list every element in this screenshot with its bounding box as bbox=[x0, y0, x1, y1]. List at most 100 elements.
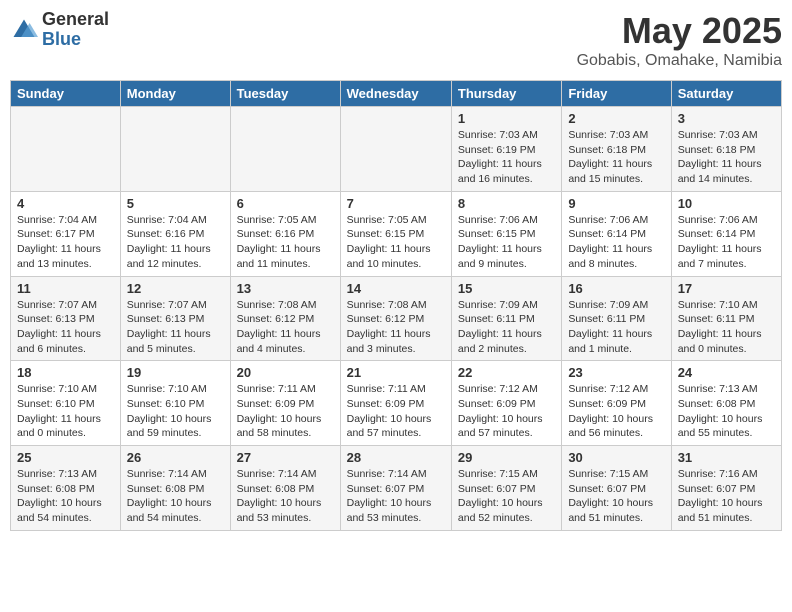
day-info: Sunrise: 7:09 AM Sunset: 6:11 PM Dayligh… bbox=[458, 298, 555, 357]
calendar-cell: 30 Sunrise: 7:15 AM Sunset: 6:07 PM Dayli… bbox=[562, 446, 671, 531]
day-info: Sunrise: 7:14 AM Sunset: 6:08 PM Dayligh… bbox=[127, 467, 224, 526]
calendar-week-2: 4Sunrise: 7:04 AM Sunset: 6:17 PM Daylig… bbox=[11, 191, 782, 276]
day-number: 24 bbox=[678, 365, 775, 380]
day-info: Sunrise: 7:03 AM Sunset: 6:18 PM Dayligh… bbox=[678, 128, 775, 187]
day-info: Sunrise: 7:10 AM Sunset: 6:11 PM Dayligh… bbox=[678, 298, 775, 357]
calendar-cell: 20 Sunrise: 7:11 AM Sunset: 6:09 PM Dayli… bbox=[230, 361, 340, 446]
day-number: 14 bbox=[347, 281, 445, 296]
calendar-table: SundayMondayTuesdayWednesdayThursdayFrid… bbox=[10, 80, 782, 531]
logo-text: General Blue bbox=[42, 10, 109, 50]
calendar-cell: 12Sunrise: 7:07 AM Sunset: 6:13 PM Dayli… bbox=[120, 276, 230, 361]
calendar-cell bbox=[120, 107, 230, 192]
calendar-cell: 19 Sunrise: 7:10 AM Sunset: 6:10 PM Dayli… bbox=[120, 361, 230, 446]
day-info: Sunrise: 7:15 AM Sunset: 6:07 PM Dayligh… bbox=[458, 467, 555, 526]
day-number: 6 bbox=[237, 196, 334, 211]
logo-icon bbox=[10, 16, 38, 44]
calendar-cell: 17 Sunrise: 7:10 AM Sunset: 6:11 PM Dayli… bbox=[671, 276, 781, 361]
day-info: Sunrise: 7:10 AM Sunset: 6:10 PM Dayligh… bbox=[127, 382, 224, 441]
day-number: 7 bbox=[347, 196, 445, 211]
calendar-cell: 27 Sunrise: 7:14 AM Sunset: 6:08 PM Dayli… bbox=[230, 446, 340, 531]
day-number: 17 bbox=[678, 281, 775, 296]
day-info: Sunrise: 7:14 AM Sunset: 6:08 PM Dayligh… bbox=[237, 467, 334, 526]
day-header-monday: Monday bbox=[120, 81, 230, 107]
calendar-cell: 5 Sunrise: 7:04 AM Sunset: 6:16 PM Daylig… bbox=[120, 191, 230, 276]
logo-blue: Blue bbox=[42, 30, 109, 50]
day-number: 20 bbox=[237, 365, 334, 380]
day-number: 2 bbox=[568, 111, 664, 126]
day-info: Sunrise: 7:16 AM Sunset: 6:07 PM Dayligh… bbox=[678, 467, 775, 526]
day-number: 19 bbox=[127, 365, 224, 380]
day-number: 16 bbox=[568, 281, 664, 296]
calendar-cell: 25 Sunrise: 7:13 AM Sunset: 6:08 PM Dayli… bbox=[11, 446, 121, 531]
day-number: 9 bbox=[568, 196, 664, 211]
day-info: Sunrise: 7:04 AM Sunset: 6:16 PM Dayligh… bbox=[127, 213, 224, 272]
day-number: 27 bbox=[237, 450, 334, 465]
day-info: Sunrise: 7:09 AM Sunset: 6:11 PM Dayligh… bbox=[568, 298, 664, 357]
calendar-week-3: 11Sunrise: 7:07 AM Sunset: 6:13 PM Dayli… bbox=[11, 276, 782, 361]
day-header-thursday: Thursday bbox=[451, 81, 561, 107]
day-info: Sunrise: 7:03 AM Sunset: 6:19 PM Dayligh… bbox=[458, 128, 555, 187]
day-number: 23 bbox=[568, 365, 664, 380]
calendar-cell: 28Sunrise: 7:14 AM Sunset: 6:07 PM Dayli… bbox=[340, 446, 451, 531]
calendar-cell bbox=[230, 107, 340, 192]
calendar-cell: 4Sunrise: 7:04 AM Sunset: 6:17 PM Daylig… bbox=[11, 191, 121, 276]
day-info: Sunrise: 7:13 AM Sunset: 6:08 PM Dayligh… bbox=[678, 382, 775, 441]
day-info: Sunrise: 7:12 AM Sunset: 6:09 PM Dayligh… bbox=[458, 382, 555, 441]
day-number: 15 bbox=[458, 281, 555, 296]
calendar-cell: 23 Sunrise: 7:12 AM Sunset: 6:09 PM Dayli… bbox=[562, 361, 671, 446]
calendar-week-5: 25 Sunrise: 7:13 AM Sunset: 6:08 PM Dayli… bbox=[11, 446, 782, 531]
day-info: Sunrise: 7:07 AM Sunset: 6:13 PM Dayligh… bbox=[17, 298, 114, 357]
calendar-cell: 16 Sunrise: 7:09 AM Sunset: 6:11 PM Dayli… bbox=[562, 276, 671, 361]
day-info: Sunrise: 7:06 AM Sunset: 6:14 PM Dayligh… bbox=[568, 213, 664, 272]
calendar-cell: 15 Sunrise: 7:09 AM Sunset: 6:11 PM Dayli… bbox=[451, 276, 561, 361]
day-info: Sunrise: 7:03 AM Sunset: 6:18 PM Dayligh… bbox=[568, 128, 664, 187]
day-header-wednesday: Wednesday bbox=[340, 81, 451, 107]
page-header: General Blue May 2025 Gobabis, Omahake, … bbox=[10, 10, 782, 70]
day-info: Sunrise: 7:05 AM Sunset: 6:16 PM Dayligh… bbox=[237, 213, 334, 272]
calendar-week-1: 1 Sunrise: 7:03 AM Sunset: 6:19 PM Daylig… bbox=[11, 107, 782, 192]
calendar-cell: 1 Sunrise: 7:03 AM Sunset: 6:19 PM Daylig… bbox=[451, 107, 561, 192]
calendar-cell: 31 Sunrise: 7:16 AM Sunset: 6:07 PM Dayli… bbox=[671, 446, 781, 531]
day-number: 29 bbox=[458, 450, 555, 465]
calendar-cell: 29 Sunrise: 7:15 AM Sunset: 6:07 PM Dayli… bbox=[451, 446, 561, 531]
day-number: 8 bbox=[458, 196, 555, 211]
calendar-cell: 3 Sunrise: 7:03 AM Sunset: 6:18 PM Daylig… bbox=[671, 107, 781, 192]
calendar-cell: 18 Sunrise: 7:10 AM Sunset: 6:10 PM Dayli… bbox=[11, 361, 121, 446]
day-info: Sunrise: 7:10 AM Sunset: 6:10 PM Dayligh… bbox=[17, 382, 114, 441]
day-info: Sunrise: 7:15 AM Sunset: 6:07 PM Dayligh… bbox=[568, 467, 664, 526]
day-info: Sunrise: 7:06 AM Sunset: 6:14 PM Dayligh… bbox=[678, 213, 775, 272]
day-number: 30 bbox=[568, 450, 664, 465]
logo: General Blue bbox=[10, 10, 109, 50]
day-info: Sunrise: 7:07 AM Sunset: 6:13 PM Dayligh… bbox=[127, 298, 224, 357]
day-info: Sunrise: 7:11 AM Sunset: 6:09 PM Dayligh… bbox=[347, 382, 445, 441]
day-number: 31 bbox=[678, 450, 775, 465]
calendar-cell: 10 Sunrise: 7:06 AM Sunset: 6:14 PM Dayli… bbox=[671, 191, 781, 276]
day-number: 21 bbox=[347, 365, 445, 380]
calendar-cell: 21 Sunrise: 7:11 AM Sunset: 6:09 PM Dayli… bbox=[340, 361, 451, 446]
day-number: 22 bbox=[458, 365, 555, 380]
calendar-week-4: 18 Sunrise: 7:10 AM Sunset: 6:10 PM Dayli… bbox=[11, 361, 782, 446]
day-number: 13 bbox=[237, 281, 334, 296]
day-header-sunday: Sunday bbox=[11, 81, 121, 107]
calendar-cell: 2 Sunrise: 7:03 AM Sunset: 6:18 PM Daylig… bbox=[562, 107, 671, 192]
day-number: 5 bbox=[127, 196, 224, 211]
day-number: 1 bbox=[458, 111, 555, 126]
calendar-cell: 13Sunrise: 7:08 AM Sunset: 6:12 PM Dayli… bbox=[230, 276, 340, 361]
day-info: Sunrise: 7:08 AM Sunset: 6:12 PM Dayligh… bbox=[347, 298, 445, 357]
day-info: Sunrise: 7:06 AM Sunset: 6:15 PM Dayligh… bbox=[458, 213, 555, 272]
logo-general: General bbox=[42, 10, 109, 30]
day-info: Sunrise: 7:13 AM Sunset: 6:08 PM Dayligh… bbox=[17, 467, 114, 526]
day-header-friday: Friday bbox=[562, 81, 671, 107]
calendar-cell: 6 Sunrise: 7:05 AM Sunset: 6:16 PM Daylig… bbox=[230, 191, 340, 276]
day-info: Sunrise: 7:05 AM Sunset: 6:15 PM Dayligh… bbox=[347, 213, 445, 272]
location: Gobabis, Omahake, Namibia bbox=[577, 52, 782, 70]
day-info: Sunrise: 7:14 AM Sunset: 6:07 PM Dayligh… bbox=[347, 467, 445, 526]
day-number: 10 bbox=[678, 196, 775, 211]
day-info: Sunrise: 7:12 AM Sunset: 6:09 PM Dayligh… bbox=[568, 382, 664, 441]
day-info: Sunrise: 7:11 AM Sunset: 6:09 PM Dayligh… bbox=[237, 382, 334, 441]
day-number: 18 bbox=[17, 365, 114, 380]
calendar-cell: 14 Sunrise: 7:08 AM Sunset: 6:12 PM Dayli… bbox=[340, 276, 451, 361]
calendar-cell: 26Sunrise: 7:14 AM Sunset: 6:08 PM Dayli… bbox=[120, 446, 230, 531]
day-number: 3 bbox=[678, 111, 775, 126]
day-number: 25 bbox=[17, 450, 114, 465]
